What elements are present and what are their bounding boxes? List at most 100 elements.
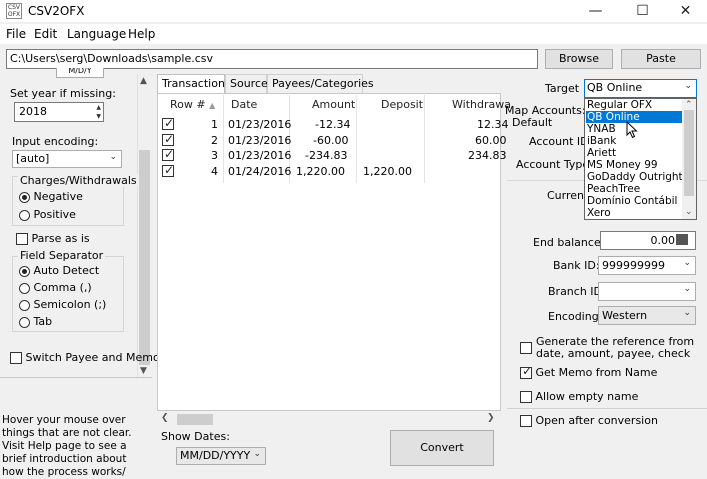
set-year-label: Set year if missing:	[10, 87, 116, 100]
col-header-date[interactable]: Date	[231, 98, 257, 111]
row-date: 01/24/2016	[228, 165, 292, 178]
radio-icon	[19, 282, 30, 294]
dropdown-item[interactable]: Xero	[586, 207, 682, 219]
dropdown-item[interactable]: MS Money 99	[586, 159, 682, 171]
tab-source[interactable]: Source	[225, 74, 268, 93]
parse-as-is-checkbox[interactable]: Parse as is	[16, 232, 90, 245]
checkbox-icon	[16, 233, 28, 245]
date-format-dropdown[interactable]: MM/DD/YYYY ⌄	[176, 447, 266, 465]
radio-label: Positive	[33, 208, 76, 221]
chevron-down-icon: ⌄	[253, 449, 261, 459]
target-select[interactable]: QB Online ⌄	[584, 79, 697, 98]
get-memo-checkbox[interactable]: Get Memo from Name	[520, 365, 658, 379]
row-withdrawal: 234.83	[468, 149, 507, 162]
grid-hscroll-thumb[interactable]	[177, 414, 213, 425]
scroll-left-icon[interactable]: ❮	[161, 413, 169, 423]
target-label: Target	[545, 82, 580, 95]
menu-file[interactable]: File	[6, 27, 26, 41]
dropdown-item[interactable]: GoDaddy Outright	[586, 171, 683, 183]
radio-icon	[19, 299, 30, 311]
dropdown-item[interactable]: PeachTree	[586, 183, 682, 195]
switch-payee-memo-checkbox[interactable]: Switch Payee and Memo	[10, 351, 160, 364]
date-format-select[interactable]: M/D/Y	[56, 68, 104, 78]
allow-empty-name-checkbox[interactable]: Allow empty name	[520, 391, 638, 403]
col-header-amount[interactable]: Amount	[312, 98, 355, 111]
col-header-withdrawal[interactable]: Withdrawa	[452, 98, 511, 111]
radio-auto-detect[interactable]: Auto Detect	[19, 264, 99, 277]
year-spinner[interactable]: 2018 ▲ ▼	[14, 102, 104, 122]
row-number: 3	[211, 149, 218, 162]
checkbox-label: Get Memo from Name	[535, 366, 658, 379]
row-checkbox[interactable]	[162, 147, 174, 161]
row-withdrawal: 12.34	[477, 118, 509, 131]
radio-negative[interactable]: Negative	[19, 190, 83, 203]
chevron-down-icon: ⌄	[109, 152, 117, 162]
radio-label: Negative	[33, 190, 83, 203]
branch-id-select[interactable]: ⌄	[598, 282, 696, 301]
chevron-down-icon: ⌄	[683, 258, 691, 268]
row-deposit: 1,220.00	[363, 165, 412, 178]
row-checkbox[interactable]	[162, 132, 174, 146]
row-checkbox[interactable]	[162, 116, 174, 130]
sort-asc-icon: ▲	[209, 101, 216, 110]
menu-edit[interactable]: Edit	[34, 27, 57, 41]
row-amount: 1,220.00	[296, 165, 345, 178]
paste-button[interactable]: Paste	[621, 49, 701, 69]
browse-button[interactable]: Browse	[545, 49, 613, 69]
checkbox-label: Parse as is	[31, 232, 90, 245]
convert-button[interactable]: Convert	[390, 430, 494, 466]
scroll-up-icon[interactable]: ⌃	[685, 100, 693, 110]
calculator-icon[interactable]	[676, 234, 688, 245]
dropdown-item[interactable]: Ariett	[586, 147, 682, 159]
menu-language[interactable]: Language	[67, 27, 126, 41]
row-number: 1	[211, 118, 218, 131]
branch-id-label: Branch ID	[548, 285, 603, 298]
radio-label: Tab	[33, 315, 53, 328]
radio-semicolon[interactable]: Semicolon (;)	[19, 298, 106, 311]
end-balance-label: End balance:	[533, 236, 605, 249]
radio-label: Comma (,)	[33, 281, 92, 294]
scroll-down-icon[interactable]: ⌄	[685, 207, 693, 217]
tab-transactions[interactable]: Transactions	[157, 74, 231, 93]
column-divider	[356, 95, 357, 183]
divider	[0, 377, 152, 378]
row-amount: -234.83	[305, 149, 348, 162]
scroll-down-icon[interactable]: ▼	[140, 366, 147, 376]
generate-reference-checkbox[interactable]: Generate the reference from date, amount…	[520, 336, 700, 360]
dropdown-item[interactable]: Regular OFX	[586, 99, 682, 111]
radio-icon	[19, 191, 30, 203]
encoding-select[interactable]: Western ⌄	[598, 306, 696, 325]
maximize-icon[interactable]: ☐	[620, 0, 665, 22]
checkbox-label: Open after conversion	[535, 414, 658, 427]
col-header-row[interactable]: Row # ▲	[170, 98, 215, 111]
radio-positive[interactable]: Positive	[19, 208, 76, 221]
row-checkbox[interactable]	[162, 163, 174, 177]
input-encoding-label: Input encoding:	[12, 135, 99, 148]
input-encoding-select[interactable]: [auto] ⌄	[12, 150, 122, 168]
row-date: 01/23/2016	[228, 134, 292, 147]
row-number: 2	[211, 134, 218, 147]
file-path-input[interactable]: C:\Users\serg\Downloads\sample.csv	[6, 49, 538, 69]
encoding-label: Encoding:	[548, 310, 603, 323]
minimize-icon[interactable]: —	[573, 0, 618, 22]
spin-up-icon[interactable]: ▲	[96, 104, 101, 111]
menu-help[interactable]: Help	[128, 27, 155, 41]
scroll-right-icon[interactable]: ❯	[487, 413, 495, 423]
checkbox-icon	[10, 352, 22, 364]
spin-down-icon[interactable]: ▼	[96, 113, 101, 120]
open-after-conversion-checkbox[interactable]: Open after conversion	[520, 415, 658, 427]
checkbox-icon	[520, 415, 532, 427]
tab-payees-categories[interactable]: Payees/Categories	[267, 74, 374, 93]
options-scroll-thumb[interactable]	[139, 150, 150, 365]
dropdown-scroll-thumb[interactable]	[684, 110, 694, 196]
dropdown-item[interactable]: Domínio Contábil	[586, 195, 682, 207]
scroll-up-icon[interactable]: ▲	[140, 76, 147, 86]
radio-tab[interactable]: Tab	[19, 315, 52, 328]
radio-comma[interactable]: Comma (,)	[19, 281, 92, 294]
col-header-deposit[interactable]: Deposit	[381, 98, 423, 111]
close-icon[interactable]: ✕	[663, 0, 707, 22]
default-label: Default	[512, 116, 553, 129]
account-type-label: Account Type:	[516, 158, 593, 171]
target-value: QB Online	[587, 81, 643, 94]
bank-id-select[interactable]: 999999999 ⌄	[598, 256, 696, 275]
